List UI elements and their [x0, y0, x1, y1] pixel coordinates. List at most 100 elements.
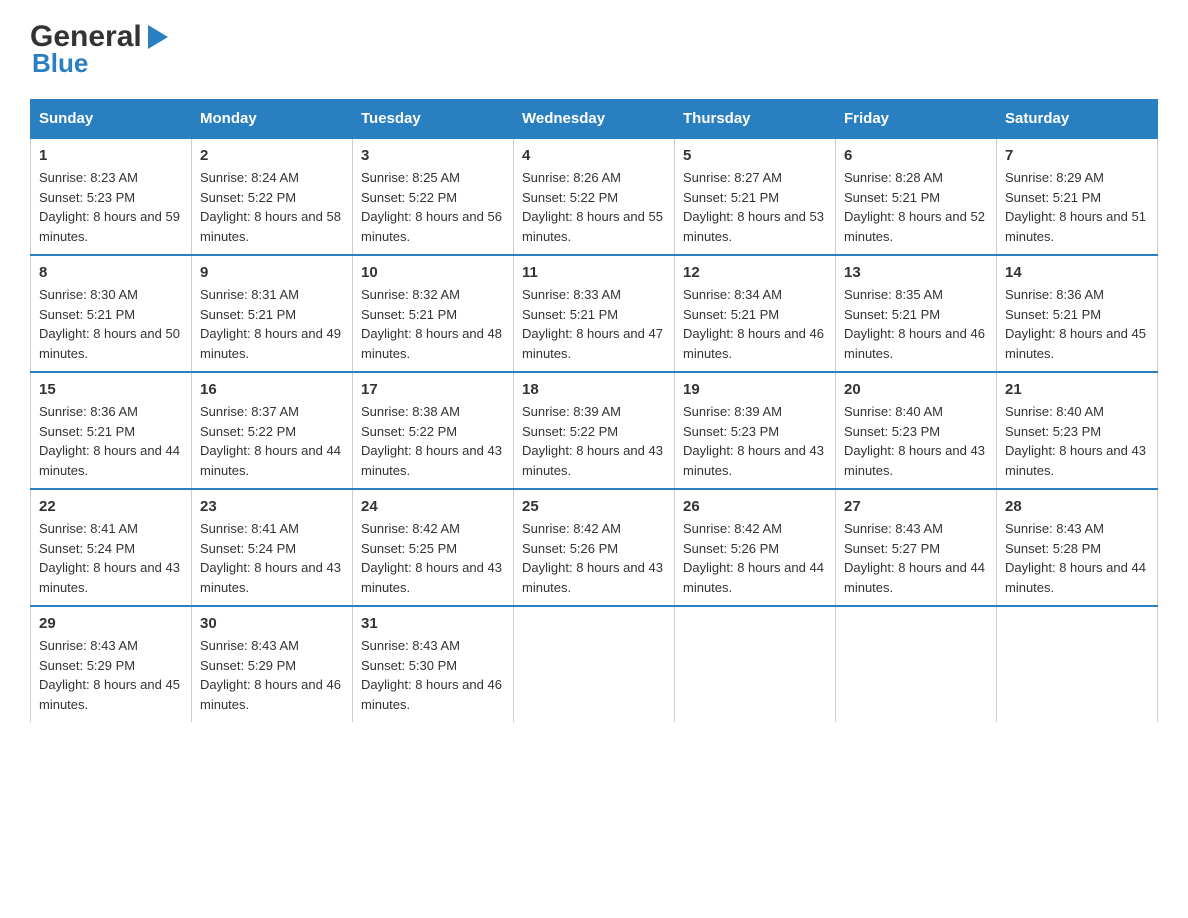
page-header: General Blue — [30, 20, 1158, 79]
day-number: 10 — [361, 264, 505, 281]
day-cell: 31 Sunrise: 8:43 AMSunset: 5:30 PMDaylig… — [353, 606, 514, 722]
day-number: 19 — [683, 381, 827, 398]
day-number: 31 — [361, 615, 505, 632]
day-info: Sunrise: 8:24 AMSunset: 5:22 PMDaylight:… — [200, 168, 344, 246]
day-cell: 11 Sunrise: 8:33 AMSunset: 5:21 PMDaylig… — [514, 255, 675, 372]
week-row-2: 8 Sunrise: 8:30 AMSunset: 5:21 PMDayligh… — [31, 255, 1158, 372]
day-info: Sunrise: 8:31 AMSunset: 5:21 PMDaylight:… — [200, 285, 344, 363]
day-info: Sunrise: 8:35 AMSunset: 5:21 PMDaylight:… — [844, 285, 988, 363]
day-cell: 29 Sunrise: 8:43 AMSunset: 5:29 PMDaylig… — [31, 606, 192, 722]
day-number: 2 — [200, 147, 344, 164]
day-cell: 10 Sunrise: 8:32 AMSunset: 5:21 PMDaylig… — [353, 255, 514, 372]
day-number: 17 — [361, 381, 505, 398]
day-info: Sunrise: 8:42 AMSunset: 5:26 PMDaylight:… — [522, 519, 666, 597]
day-number: 24 — [361, 498, 505, 515]
day-cell: 23 Sunrise: 8:41 AMSunset: 5:24 PMDaylig… — [192, 489, 353, 606]
day-cell: 24 Sunrise: 8:42 AMSunset: 5:25 PMDaylig… — [353, 489, 514, 606]
day-cell: 14 Sunrise: 8:36 AMSunset: 5:21 PMDaylig… — [997, 255, 1158, 372]
day-cell: 2 Sunrise: 8:24 AMSunset: 5:22 PMDayligh… — [192, 138, 353, 255]
day-number: 15 — [39, 381, 183, 398]
day-number: 28 — [1005, 498, 1149, 515]
day-number: 6 — [844, 147, 988, 164]
day-info: Sunrise: 8:42 AMSunset: 5:26 PMDaylight:… — [683, 519, 827, 597]
day-cell — [675, 606, 836, 722]
day-info: Sunrise: 8:32 AMSunset: 5:21 PMDaylight:… — [361, 285, 505, 363]
day-number: 22 — [39, 498, 183, 515]
day-cell — [836, 606, 997, 722]
header-sunday: Sunday — [31, 100, 192, 139]
day-info: Sunrise: 8:27 AMSunset: 5:21 PMDaylight:… — [683, 168, 827, 246]
day-number: 12 — [683, 264, 827, 281]
day-number: 9 — [200, 264, 344, 281]
day-info: Sunrise: 8:30 AMSunset: 5:21 PMDaylight:… — [39, 285, 183, 363]
day-cell: 5 Sunrise: 8:27 AMSunset: 5:21 PMDayligh… — [675, 138, 836, 255]
day-number: 13 — [844, 264, 988, 281]
day-info: Sunrise: 8:43 AMSunset: 5:27 PMDaylight:… — [844, 519, 988, 597]
day-info: Sunrise: 8:37 AMSunset: 5:22 PMDaylight:… — [200, 402, 344, 480]
logo: General Blue — [30, 20, 172, 79]
day-info: Sunrise: 8:39 AMSunset: 5:23 PMDaylight:… — [683, 402, 827, 480]
day-info: Sunrise: 8:43 AMSunset: 5:29 PMDaylight:… — [39, 636, 183, 714]
day-info: Sunrise: 8:26 AMSunset: 5:22 PMDaylight:… — [522, 168, 666, 246]
header-thursday: Thursday — [675, 100, 836, 139]
day-number: 8 — [39, 264, 183, 281]
day-cell: 8 Sunrise: 8:30 AMSunset: 5:21 PMDayligh… — [31, 255, 192, 372]
calendar-header: Sunday Monday Tuesday Wednesday Thursday… — [31, 100, 1158, 139]
day-number: 18 — [522, 381, 666, 398]
day-cell: 22 Sunrise: 8:41 AMSunset: 5:24 PMDaylig… — [31, 489, 192, 606]
day-info: Sunrise: 8:36 AMSunset: 5:21 PMDaylight:… — [39, 402, 183, 480]
day-cell: 16 Sunrise: 8:37 AMSunset: 5:22 PMDaylig… — [192, 372, 353, 489]
logo-icon — [144, 23, 172, 51]
day-number: 27 — [844, 498, 988, 515]
day-cell — [514, 606, 675, 722]
day-cell: 18 Sunrise: 8:39 AMSunset: 5:22 PMDaylig… — [514, 372, 675, 489]
day-info: Sunrise: 8:39 AMSunset: 5:22 PMDaylight:… — [522, 402, 666, 480]
day-cell: 15 Sunrise: 8:36 AMSunset: 5:21 PMDaylig… — [31, 372, 192, 489]
day-info: Sunrise: 8:23 AMSunset: 5:23 PMDaylight:… — [39, 168, 183, 246]
day-cell — [997, 606, 1158, 722]
header-row: Sunday Monday Tuesday Wednesday Thursday… — [31, 100, 1158, 139]
day-info: Sunrise: 8:41 AMSunset: 5:24 PMDaylight:… — [39, 519, 183, 597]
week-row-4: 22 Sunrise: 8:41 AMSunset: 5:24 PMDaylig… — [31, 489, 1158, 606]
day-cell: 26 Sunrise: 8:42 AMSunset: 5:26 PMDaylig… — [675, 489, 836, 606]
week-row-3: 15 Sunrise: 8:36 AMSunset: 5:21 PMDaylig… — [31, 372, 1158, 489]
day-number: 14 — [1005, 264, 1149, 281]
day-cell: 17 Sunrise: 8:38 AMSunset: 5:22 PMDaylig… — [353, 372, 514, 489]
day-cell: 12 Sunrise: 8:34 AMSunset: 5:21 PMDaylig… — [675, 255, 836, 372]
day-cell: 9 Sunrise: 8:31 AMSunset: 5:21 PMDayligh… — [192, 255, 353, 372]
day-number: 25 — [522, 498, 666, 515]
day-number: 29 — [39, 615, 183, 632]
day-info: Sunrise: 8:34 AMSunset: 5:21 PMDaylight:… — [683, 285, 827, 363]
day-cell: 19 Sunrise: 8:39 AMSunset: 5:23 PMDaylig… — [675, 372, 836, 489]
day-info: Sunrise: 8:33 AMSunset: 5:21 PMDaylight:… — [522, 285, 666, 363]
day-number: 23 — [200, 498, 344, 515]
day-cell: 6 Sunrise: 8:28 AMSunset: 5:21 PMDayligh… — [836, 138, 997, 255]
day-number: 26 — [683, 498, 827, 515]
calendar-table: Sunday Monday Tuesday Wednesday Thursday… — [30, 99, 1158, 722]
day-number: 16 — [200, 381, 344, 398]
week-row-1: 1 Sunrise: 8:23 AMSunset: 5:23 PMDayligh… — [31, 138, 1158, 255]
day-info: Sunrise: 8:36 AMSunset: 5:21 PMDaylight:… — [1005, 285, 1149, 363]
day-cell: 21 Sunrise: 8:40 AMSunset: 5:23 PMDaylig… — [997, 372, 1158, 489]
day-number: 11 — [522, 264, 666, 281]
day-info: Sunrise: 8:40 AMSunset: 5:23 PMDaylight:… — [1005, 402, 1149, 480]
day-info: Sunrise: 8:38 AMSunset: 5:22 PMDaylight:… — [361, 402, 505, 480]
header-friday: Friday — [836, 100, 997, 139]
day-number: 3 — [361, 147, 505, 164]
day-cell: 27 Sunrise: 8:43 AMSunset: 5:27 PMDaylig… — [836, 489, 997, 606]
day-info: Sunrise: 8:42 AMSunset: 5:25 PMDaylight:… — [361, 519, 505, 597]
day-number: 7 — [1005, 147, 1149, 164]
day-info: Sunrise: 8:43 AMSunset: 5:30 PMDaylight:… — [361, 636, 505, 714]
header-monday: Monday — [192, 100, 353, 139]
day-info: Sunrise: 8:41 AMSunset: 5:24 PMDaylight:… — [200, 519, 344, 597]
day-number: 1 — [39, 147, 183, 164]
calendar-body: 1 Sunrise: 8:23 AMSunset: 5:23 PMDayligh… — [31, 138, 1158, 722]
day-cell: 4 Sunrise: 8:26 AMSunset: 5:22 PMDayligh… — [514, 138, 675, 255]
day-cell: 30 Sunrise: 8:43 AMSunset: 5:29 PMDaylig… — [192, 606, 353, 722]
header-saturday: Saturday — [997, 100, 1158, 139]
day-cell: 25 Sunrise: 8:42 AMSunset: 5:26 PMDaylig… — [514, 489, 675, 606]
day-info: Sunrise: 8:28 AMSunset: 5:21 PMDaylight:… — [844, 168, 988, 246]
day-number: 30 — [200, 615, 344, 632]
day-info: Sunrise: 8:43 AMSunset: 5:28 PMDaylight:… — [1005, 519, 1149, 597]
day-cell: 28 Sunrise: 8:43 AMSunset: 5:28 PMDaylig… — [997, 489, 1158, 606]
